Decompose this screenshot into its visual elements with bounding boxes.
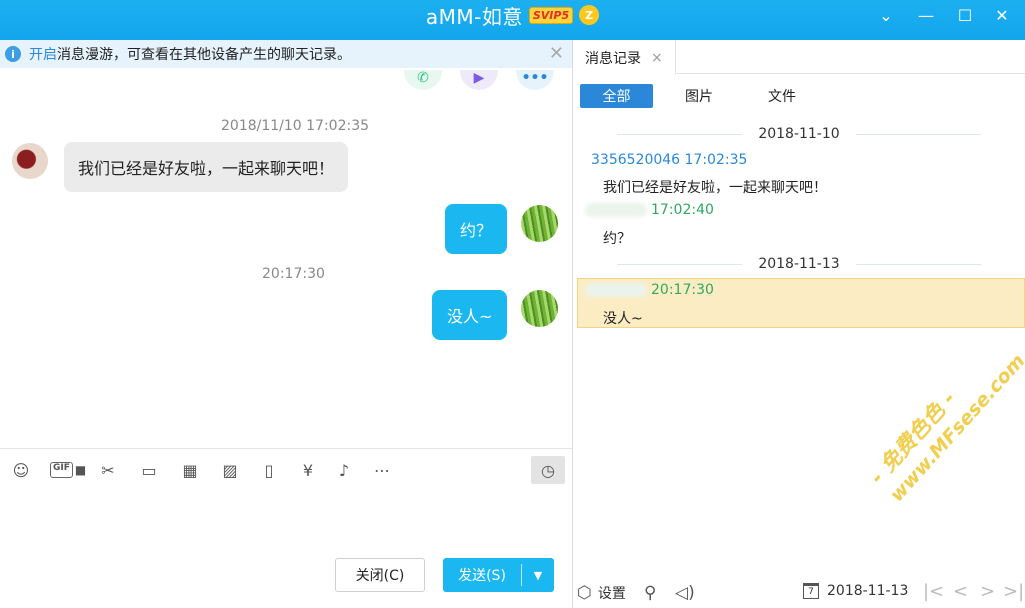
entry-sender-time[interactable]: 3356520046 17:02:35 (591, 152, 747, 168)
incoming-message[interactable]: 我们已经是好友啦，一起来聊天吧！ (64, 142, 349, 192)
outgoing-message[interactable]: 约？ (445, 204, 508, 254)
folder-icon[interactable]: ▭ (138, 459, 160, 481)
svip-badge[interactable]: SVIP5 (528, 6, 574, 24)
history-tab-bar: 消息记录 × (573, 40, 1025, 75)
separator-line (617, 263, 743, 265)
message-timestamp: 2018/11/10 17:02:35 (221, 118, 370, 134)
tab-label: 消息记录 (585, 50, 641, 67)
info-icon: i (5, 46, 21, 62)
screenshot-icon[interactable]: ✂ (97, 459, 119, 481)
separator-line (617, 133, 743, 135)
image-icon[interactable]: ▨ (219, 459, 241, 481)
maximize-button[interactable]: ☐ (953, 4, 977, 26)
title-bar: aMM-如意 SVIP5 Z ⌄ — ☐ ✕ (0, 0, 1025, 40)
settings-icon: ⬡ (577, 583, 592, 603)
history-bottom-bar: ⬡ 设置 ⚲ ◁) 7 2018-11-13 |< < > >| (573, 575, 1025, 608)
filter-all[interactable]: 全部 (580, 84, 653, 108)
input-toolbar: ☺ GIF ■ ✂ ▭ ▦ ▨ ▯ ¥ ♪ ⋯ (0, 448, 572, 490)
entry-text[interactable]: 我们已经是好友啦，一起来聊天吧！ (603, 177, 827, 197)
video-call-icon[interactable]: ▶ (460, 70, 498, 90)
blurred-name (585, 203, 647, 217)
outgoing-message[interactable]: 没人~ (432, 290, 508, 340)
settings-button[interactable]: ⬡ 设置 (577, 583, 626, 603)
date-separator: 2018-11-13 (573, 256, 1025, 272)
date-label: 2018-11-10 (758, 126, 840, 142)
prev-page-icon[interactable]: < (953, 581, 968, 602)
title-wrap: aMM-如意 SVIP5 Z (0, 0, 1025, 30)
entry-text[interactable]: 约？ (603, 228, 631, 248)
crown-icon[interactable]: Z (579, 5, 600, 25)
separator-line (855, 263, 981, 265)
settings-label: 设置 (597, 586, 626, 602)
call-actions: ✆ ▶ ••• (404, 70, 554, 90)
tab-close-icon[interactable]: × (651, 50, 663, 66)
enable-roaming-link[interactable]: 开启 (29, 44, 57, 64)
entry-time: 17:02:40 (651, 202, 714, 218)
message-timestamp: 20:17:30 (262, 266, 325, 282)
history-pane: 消息记录 × 全部 图片 文件 2018-11-10 3356520046 17… (573, 40, 1025, 608)
shake-icon[interactable]: ▯ (258, 459, 280, 481)
close-button[interactable]: ✕ (990, 4, 1014, 26)
minimize-button[interactable]: — (914, 4, 938, 26)
filter-files[interactable]: 文件 (759, 84, 805, 108)
document-icon[interactable]: ▦ (179, 459, 201, 481)
close-chat-button[interactable]: 关闭(C) (335, 558, 425, 592)
send-button[interactable]: 发送(S) ▼ (443, 558, 554, 592)
my-avatar[interactable] (521, 205, 558, 242)
history-icon[interactable]: ◷ (531, 456, 565, 484)
separator-line (855, 133, 981, 135)
voice-icon[interactable]: ◁) (675, 583, 695, 603)
emoji-icon[interactable]: ☺ (10, 459, 32, 481)
my-avatar[interactable] (521, 290, 558, 327)
entry-time: 20:17:30 (651, 282, 714, 298)
last-page-icon[interactable]: >| (1003, 581, 1024, 602)
calendar-icon: 7 (803, 583, 819, 599)
entry-sender-time[interactable]: 17:02:40 (585, 202, 714, 218)
gif-label: GIF (50, 462, 73, 478)
music-icon[interactable]: ♪ (333, 459, 355, 481)
next-page-icon[interactable]: > (980, 581, 995, 602)
window-title: aMM-如意 (425, 4, 523, 29)
more-icon[interactable]: ••• (516, 70, 554, 90)
red-packet-icon[interactable]: ¥ (297, 459, 319, 481)
send-label: 发送(S) (458, 568, 506, 584)
blurred-name (585, 283, 647, 297)
first-page-icon[interactable]: |< (923, 581, 944, 602)
friend-avatar[interactable] (12, 143, 48, 179)
search-icon[interactable]: ⚲ (644, 583, 656, 603)
date-label: 2018-11-13 (758, 256, 840, 272)
current-date: 2018-11-13 (827, 583, 909, 599)
tab-message-history[interactable]: 消息记录 × (573, 40, 676, 75)
dropdown-icon[interactable]: ⌄ (874, 4, 898, 26)
entry-sender-time[interactable]: 20:17:30 (585, 282, 714, 298)
entry-text[interactable]: 没人~ (603, 308, 643, 328)
phone-icon[interactable]: ✆ (404, 70, 442, 90)
more-tools-icon[interactable]: ⋯ (371, 459, 393, 481)
roaming-notice: i 开启 消息漫游，可查看在其他设备产生的聊天记录。 ✕ (0, 40, 572, 68)
date-separator: 2018-11-10 (573, 126, 1025, 142)
send-options-icon[interactable]: ▼ (522, 569, 554, 582)
notice-text: 消息漫游，可查看在其他设备产生的聊天记录。 (57, 47, 351, 63)
date-picker[interactable]: 7 2018-11-13 (803, 583, 908, 599)
filter-images[interactable]: 图片 (676, 84, 722, 108)
chat-pane: i 开启 消息漫游，可查看在其他设备产生的聊天记录。 ✕ ✆ ▶ ••• 201… (0, 40, 572, 608)
notice-close-icon[interactable]: ✕ (549, 43, 564, 64)
gif-icon[interactable]: GIF ■ (50, 459, 86, 481)
